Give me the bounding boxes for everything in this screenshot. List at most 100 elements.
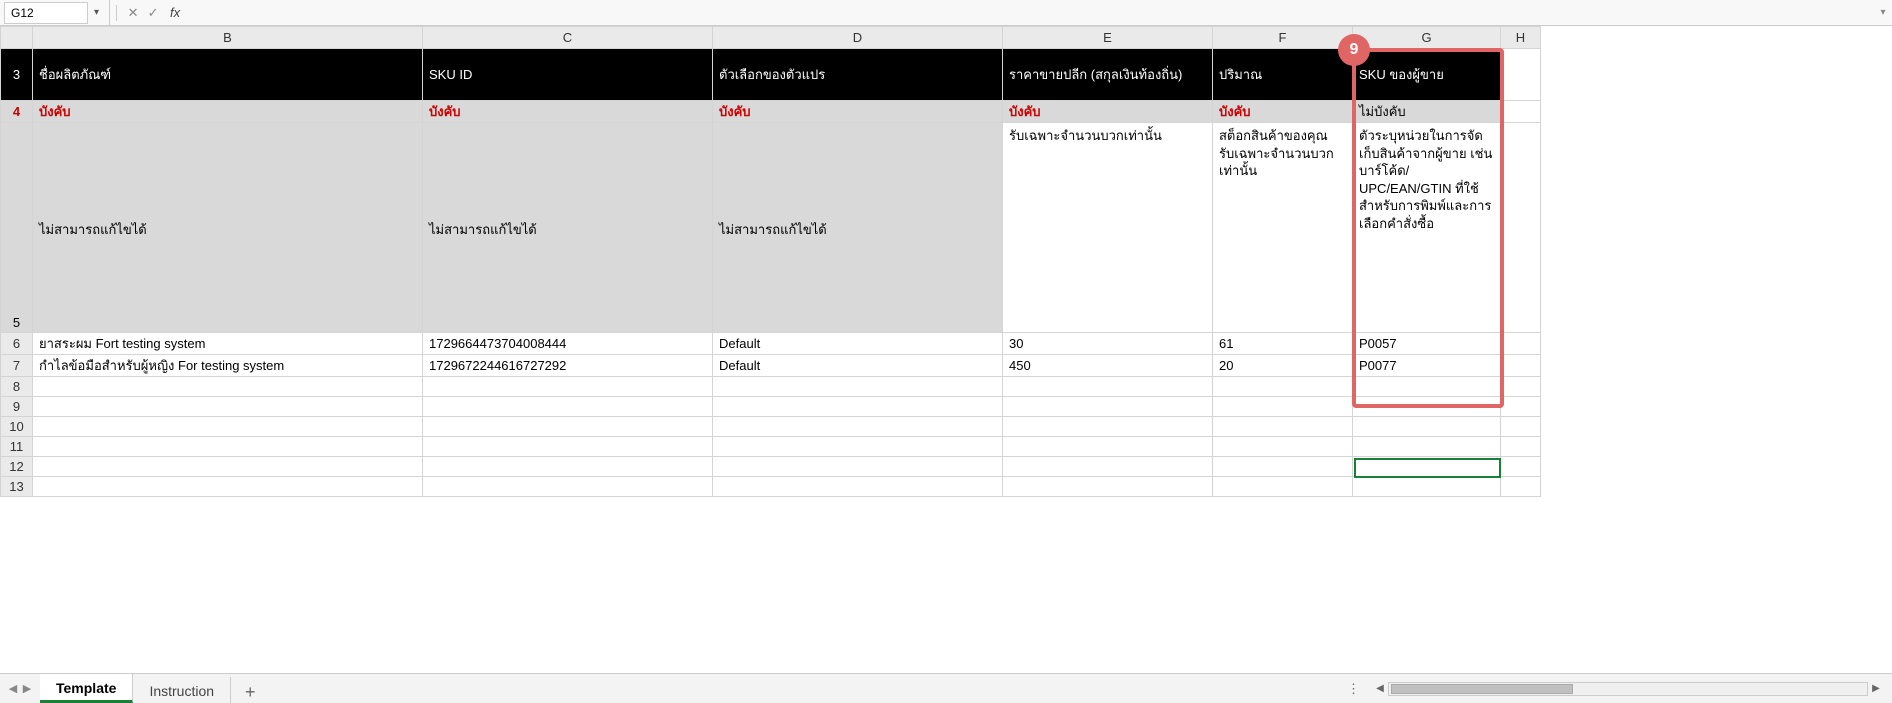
required-cell[interactable]: บังคับ (33, 101, 423, 123)
name-box[interactable]: ▾ (0, 0, 110, 25)
cell[interactable] (1213, 377, 1353, 397)
cell[interactable] (713, 397, 1003, 417)
cell[interactable] (1353, 437, 1501, 457)
scroll-track[interactable] (1388, 682, 1868, 696)
cell[interactable] (1501, 457, 1541, 477)
name-box-input[interactable] (4, 2, 88, 24)
header-cell[interactable]: SKU ID (423, 49, 713, 101)
sheet-menu-icon[interactable]: ⋮ (1335, 681, 1372, 697)
description-cell[interactable]: ไม่สามารถแก้ไขได้ (33, 123, 423, 333)
cell[interactable] (1501, 355, 1541, 377)
cell[interactable] (1003, 457, 1213, 477)
cell[interactable] (1501, 333, 1541, 355)
cancel-icon[interactable]: ✕ (123, 5, 143, 21)
cell[interactable] (1501, 101, 1541, 123)
col-header[interactable]: C (423, 27, 713, 49)
cell[interactable] (713, 477, 1003, 497)
row-header[interactable]: 13 (1, 477, 33, 497)
fx-icon[interactable]: fx (163, 5, 187, 20)
sheet-nav[interactable]: ◀ ▶ (0, 682, 40, 695)
row-header[interactable]: 8 (1, 377, 33, 397)
optional-cell[interactable]: ไม่บังคับ (1353, 101, 1501, 123)
cell[interactable] (33, 457, 423, 477)
cell-G12[interactable] (1353, 457, 1501, 477)
cell[interactable] (1353, 417, 1501, 437)
chevron-down-icon[interactable]: ▾ (88, 7, 105, 18)
cell[interactable] (1213, 397, 1353, 417)
required-cell[interactable]: บังคับ (713, 101, 1003, 123)
cell[interactable] (423, 377, 713, 397)
expand-formula-icon[interactable]: ▾ (1874, 7, 1892, 18)
description-cell[interactable]: รับเฉพาะจำนวนบวกเท่านั้น (1003, 123, 1213, 333)
cell[interactable] (1213, 477, 1353, 497)
cell[interactable] (1003, 477, 1213, 497)
scroll-thumb[interactable] (1391, 684, 1573, 694)
row-header[interactable]: 4 (1, 101, 33, 123)
row-header[interactable]: 5 (1, 123, 33, 333)
header-cell[interactable]: ปริมาณ (1213, 49, 1353, 101)
col-header[interactable]: B (33, 27, 423, 49)
cell[interactable] (713, 377, 1003, 397)
cell[interactable] (423, 477, 713, 497)
cell[interactable] (1003, 377, 1213, 397)
cell[interactable] (1213, 417, 1353, 437)
row-header[interactable]: 3 (1, 49, 33, 101)
select-all-corner[interactable] (1, 27, 33, 49)
row-header[interactable]: 10 (1, 417, 33, 437)
description-cell[interactable]: ตัวระบุหน่วยในการจัดเก็บสินค้าจากผู้ขาย … (1353, 123, 1501, 333)
scroll-right-icon[interactable]: ▶ (1868, 683, 1884, 694)
row-header[interactable]: 12 (1, 457, 33, 477)
header-cell[interactable]: ตัวเลือกของตัวแปร (713, 49, 1003, 101)
required-cell[interactable]: บังคับ (1003, 101, 1213, 123)
col-header[interactable]: F (1213, 27, 1353, 49)
cell[interactable]: 450 (1003, 355, 1213, 377)
cell[interactable]: กำไลข้อมือสำหรับผู้หญิง For testing syst… (33, 355, 423, 377)
cell[interactable] (1501, 477, 1541, 497)
cell[interactable]: 1729664473704008444 (423, 333, 713, 355)
cell[interactable]: 30 (1003, 333, 1213, 355)
col-header[interactable]: E (1003, 27, 1213, 49)
col-header[interactable]: D (713, 27, 1003, 49)
row-header[interactable]: 9 (1, 397, 33, 417)
description-cell[interactable]: สต็อกสินค้าของคุณ รับเฉพาะจำนวนบวกเท่านั… (1213, 123, 1353, 333)
cell[interactable] (713, 417, 1003, 437)
cell[interactable] (1501, 377, 1541, 397)
cell[interactable] (423, 437, 713, 457)
cell[interactable] (423, 417, 713, 437)
prev-sheet-icon[interactable]: ◀ (9, 682, 17, 695)
add-sheet-button[interactable]: + (231, 682, 270, 703)
cell[interactable]: 61 (1213, 333, 1353, 355)
cell[interactable] (33, 397, 423, 417)
cell[interactable] (1501, 397, 1541, 417)
cell[interactable] (423, 397, 713, 417)
cell[interactable]: 20 (1213, 355, 1353, 377)
cell[interactable] (33, 417, 423, 437)
cell[interactable] (1353, 477, 1501, 497)
cell[interactable]: ยาสระผม Fort testing system (33, 333, 423, 355)
cell[interactable] (1003, 437, 1213, 457)
cell[interactable] (423, 457, 713, 477)
cell[interactable] (1003, 397, 1213, 417)
cell[interactable] (1353, 397, 1501, 417)
cell[interactable] (33, 477, 423, 497)
accept-icon[interactable]: ✓ (143, 5, 163, 21)
scroll-left-icon[interactable]: ◀ (1372, 683, 1388, 694)
cell[interactable] (1213, 457, 1353, 477)
cell[interactable] (33, 437, 423, 457)
cell[interactable]: Default (713, 333, 1003, 355)
tab-template[interactable]: Template (40, 674, 133, 703)
cell[interactable] (1501, 417, 1541, 437)
cell[interactable]: 1729672244616727292 (423, 355, 713, 377)
header-cell[interactable]: ราคาขายปลีก (สกุลเงินท้องถิ่น) (1003, 49, 1213, 101)
description-cell[interactable]: ไม่สามารถแก้ไขได้ (423, 123, 713, 333)
formula-input[interactable] (187, 2, 1874, 24)
cell[interactable]: P0077 (1353, 355, 1501, 377)
required-cell[interactable]: บังคับ (1213, 101, 1353, 123)
cell[interactable] (33, 377, 423, 397)
cell[interactable] (1501, 437, 1541, 457)
row-header[interactable]: 11 (1, 437, 33, 457)
col-header[interactable]: G (1353, 27, 1501, 49)
cell[interactable] (713, 457, 1003, 477)
col-header[interactable]: H (1501, 27, 1541, 49)
required-cell[interactable]: บังคับ (423, 101, 713, 123)
